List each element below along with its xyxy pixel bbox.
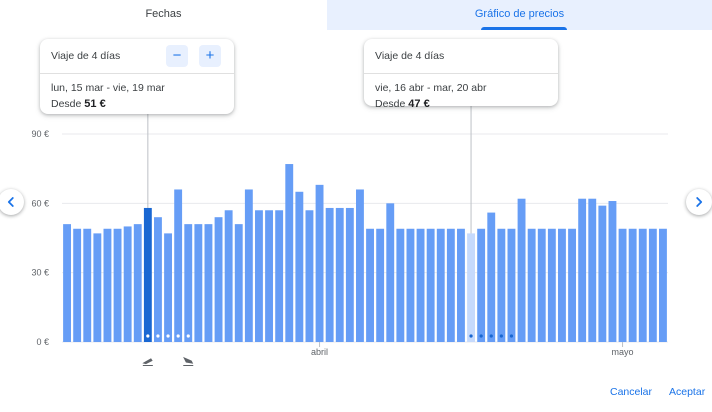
price-bar xyxy=(184,224,193,342)
price-bar xyxy=(608,201,617,342)
price-bar xyxy=(143,207,152,342)
y-tick-label: 0 € xyxy=(36,337,49,347)
price-bar xyxy=(416,228,425,342)
price-bar xyxy=(487,212,496,342)
price-bar xyxy=(568,228,576,342)
chevron-right-icon xyxy=(696,197,703,207)
price-bar xyxy=(345,207,354,342)
price-bar xyxy=(123,226,132,342)
price-bar xyxy=(517,198,526,342)
price-bar xyxy=(648,228,657,342)
price-bar xyxy=(255,210,263,342)
price-bar xyxy=(315,184,324,342)
price-bar xyxy=(618,228,627,342)
price-value: 47 € xyxy=(408,98,430,110)
price-bar xyxy=(376,228,385,342)
chevron-left-icon xyxy=(7,197,14,207)
price-bar xyxy=(63,224,71,342)
price-prefix: Desde xyxy=(51,98,82,110)
price-bar xyxy=(244,189,253,342)
cancel-button[interactable]: Cancelar xyxy=(610,386,652,398)
price-bar xyxy=(638,228,647,342)
price-bar xyxy=(103,228,112,342)
selected-trip-tooltip: Viaje de 4 días − + lun, 15 mar - vie, 1… xyxy=(40,39,234,114)
accept-button[interactable]: Aceptar xyxy=(669,386,705,398)
trip-price: Desde 51 € xyxy=(51,96,223,112)
price-bar xyxy=(386,203,395,342)
price-bar xyxy=(224,210,233,342)
price-bar xyxy=(578,198,587,342)
month-label: abril xyxy=(311,347,328,357)
price-bar xyxy=(547,228,556,342)
price-bar xyxy=(83,228,92,342)
y-tick-label: 30 € xyxy=(31,268,49,278)
price-bar xyxy=(527,228,536,342)
price-bar xyxy=(467,233,475,342)
price-bar xyxy=(325,207,334,342)
hover-trip-tooltip: Viaje de 4 días vie, 16 abr - mar, 20 ab… xyxy=(364,39,558,110)
flight-land-icon xyxy=(183,356,194,367)
price-bar xyxy=(335,207,344,342)
price-bar xyxy=(73,228,82,342)
trip-day-dot xyxy=(509,334,514,338)
price-bar xyxy=(598,205,607,342)
price-bar xyxy=(133,224,142,342)
price-bar xyxy=(537,228,546,342)
price-bar xyxy=(164,233,172,342)
trip-length-label: Viaje de 4 días xyxy=(375,50,445,62)
price-bar xyxy=(356,189,364,342)
price-bar xyxy=(396,228,405,342)
price-bar xyxy=(113,228,122,342)
price-bar xyxy=(154,217,162,342)
trip-dates: lun, 15 mar - vie, 19 mar xyxy=(51,82,165,94)
price-bar xyxy=(265,210,273,342)
price-bar xyxy=(477,228,486,342)
price-bar xyxy=(507,228,516,342)
price-bar xyxy=(93,233,102,342)
price-bar xyxy=(558,228,566,342)
price-bar xyxy=(497,228,506,342)
trip-day-dot xyxy=(489,334,493,338)
price-bar xyxy=(436,228,445,342)
trip-day-dot xyxy=(156,334,160,338)
trip-day-dot xyxy=(176,334,180,338)
next-dates-button[interactable] xyxy=(686,189,712,215)
price-bar xyxy=(305,210,314,342)
price-bar xyxy=(295,191,304,342)
trip-dates: vie, 16 abr - mar, 20 abr xyxy=(375,82,487,94)
price-bar xyxy=(194,224,203,342)
price-bar xyxy=(659,228,667,342)
price-bar xyxy=(214,217,223,342)
trip-day-dot xyxy=(499,334,503,338)
price-bar xyxy=(275,210,284,342)
price-bar xyxy=(426,228,435,342)
price-bar xyxy=(204,224,213,342)
price-prefix: Desde xyxy=(375,98,406,110)
price-bar xyxy=(234,224,243,342)
trip-day-dot xyxy=(479,334,483,338)
price-bar xyxy=(174,189,183,342)
price-bar xyxy=(446,228,455,342)
y-tick-label: 90 € xyxy=(31,129,49,139)
price-bar xyxy=(588,198,597,342)
trip-day-dot xyxy=(186,334,190,338)
y-tick-label: 60 € xyxy=(31,198,49,208)
price-bar xyxy=(285,164,294,342)
month-label: mayo xyxy=(612,347,634,357)
increase-trip-length-button[interactable]: + xyxy=(199,45,221,67)
price-bar xyxy=(628,228,637,342)
trip-day-dot xyxy=(166,334,170,338)
trip-day-dot xyxy=(469,334,473,338)
trip-day-dot xyxy=(146,334,150,338)
flight-takeoff-icon xyxy=(142,358,153,367)
price-bar xyxy=(366,228,374,342)
price-bar xyxy=(457,228,465,342)
price-value: 51 € xyxy=(84,98,106,110)
decrease-trip-length-button[interactable]: − xyxy=(166,45,188,67)
trip-length-label: Viaje de 4 días xyxy=(51,50,121,62)
price-bar xyxy=(406,228,415,342)
trip-price: Desde 47 € xyxy=(375,96,547,112)
